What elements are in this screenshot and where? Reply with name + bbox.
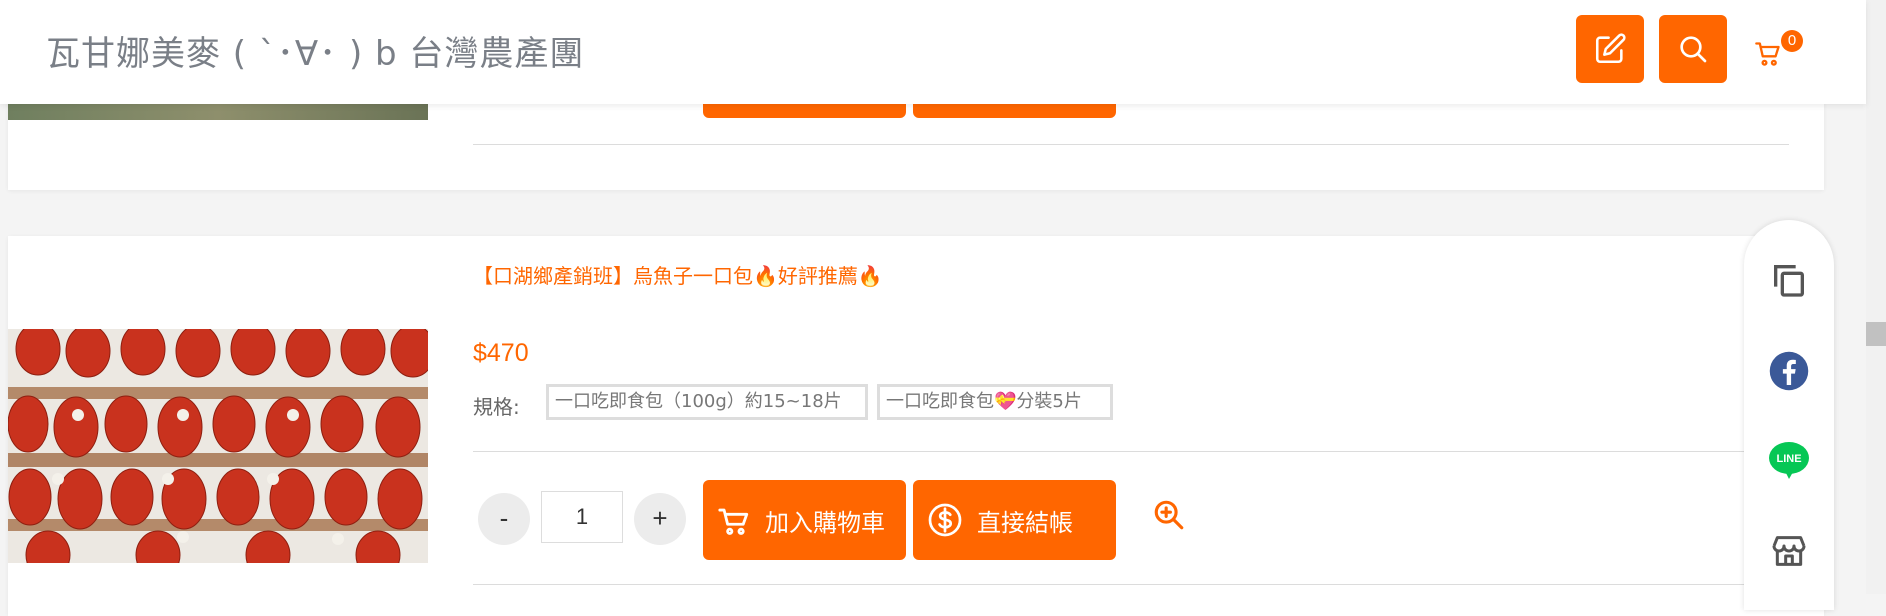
share-sidebar: LINE bbox=[1744, 220, 1834, 610]
line-icon: LINE bbox=[1769, 442, 1809, 479]
add-to-cart-button[interactable]: 加入購物車 bbox=[703, 480, 906, 560]
add-to-cart-label: 加入購物車 bbox=[765, 508, 885, 537]
mullet-roe-photo bbox=[8, 329, 428, 563]
store-icon bbox=[1772, 536, 1806, 566]
search-icon bbox=[1680, 36, 1707, 63]
previous-checkout-button[interactable] bbox=[913, 104, 1116, 118]
previous-add-to-cart-button[interactable] bbox=[703, 104, 906, 118]
spec-option[interactable]: 一口吃即食包💝分裝5片 bbox=[877, 384, 1113, 420]
site-title[interactable]: 瓦甘娜美麥 ( `･∀･ ) b 台灣農產團 bbox=[46, 26, 584, 75]
product-card: 【口湖鄉產銷班】烏魚子一口包🔥好評推薦🔥 $470 規格: 一口吃即食包（100… bbox=[8, 236, 1824, 616]
zoom-in-button[interactable] bbox=[1152, 498, 1186, 532]
product-price: $470 bbox=[473, 339, 529, 367]
cart-count-badge: 0 bbox=[1781, 30, 1803, 52]
cart-icon bbox=[718, 508, 749, 535]
spec-option[interactable]: 一口吃即食包（100g）約15~18片 bbox=[546, 384, 868, 420]
edit-icon bbox=[1595, 33, 1626, 64]
edit-button[interactable] bbox=[1576, 15, 1644, 83]
divider bbox=[473, 451, 1789, 452]
scrollbar-track[interactable] bbox=[1866, 0, 1886, 594]
divider bbox=[473, 584, 1789, 585]
facebook-icon bbox=[1769, 351, 1809, 391]
quantity-decrease-button[interactable]: - bbox=[478, 493, 530, 545]
copy-link-button[interactable] bbox=[1766, 257, 1812, 303]
copy-icon bbox=[1774, 265, 1804, 297]
search-button[interactable] bbox=[1659, 15, 1727, 83]
facebook-share-button[interactable] bbox=[1766, 348, 1812, 394]
dollar-coin-icon bbox=[928, 503, 962, 537]
product-image[interactable] bbox=[8, 329, 428, 563]
quantity-input[interactable] bbox=[541, 491, 623, 543]
cart-icon bbox=[1755, 42, 1780, 66]
svg-text:LINE: LINE bbox=[1776, 453, 1801, 465]
quantity-increase-button[interactable]: + bbox=[634, 493, 686, 545]
product-name-link[interactable]: 【口湖鄉產銷班】烏魚子一口包🔥好評推薦🔥 bbox=[473, 260, 883, 289]
checkout-label: 直接結帳 bbox=[977, 508, 1073, 537]
divider bbox=[473, 144, 1789, 145]
checkout-button[interactable]: 直接結帳 bbox=[913, 480, 1116, 560]
store-button[interactable] bbox=[1766, 528, 1812, 574]
spec-label: 規格: bbox=[473, 395, 520, 419]
scrollbar-thumb[interactable] bbox=[1866, 322, 1886, 346]
line-share-button[interactable]: LINE bbox=[1766, 438, 1812, 484]
cart-button[interactable]: 0 bbox=[1754, 30, 1803, 70]
site-header: 瓦甘娜美麥 ( `･∀･ ) b 台灣農產團 0 bbox=[0, 0, 1866, 104]
zoom-in-icon bbox=[1154, 500, 1184, 530]
